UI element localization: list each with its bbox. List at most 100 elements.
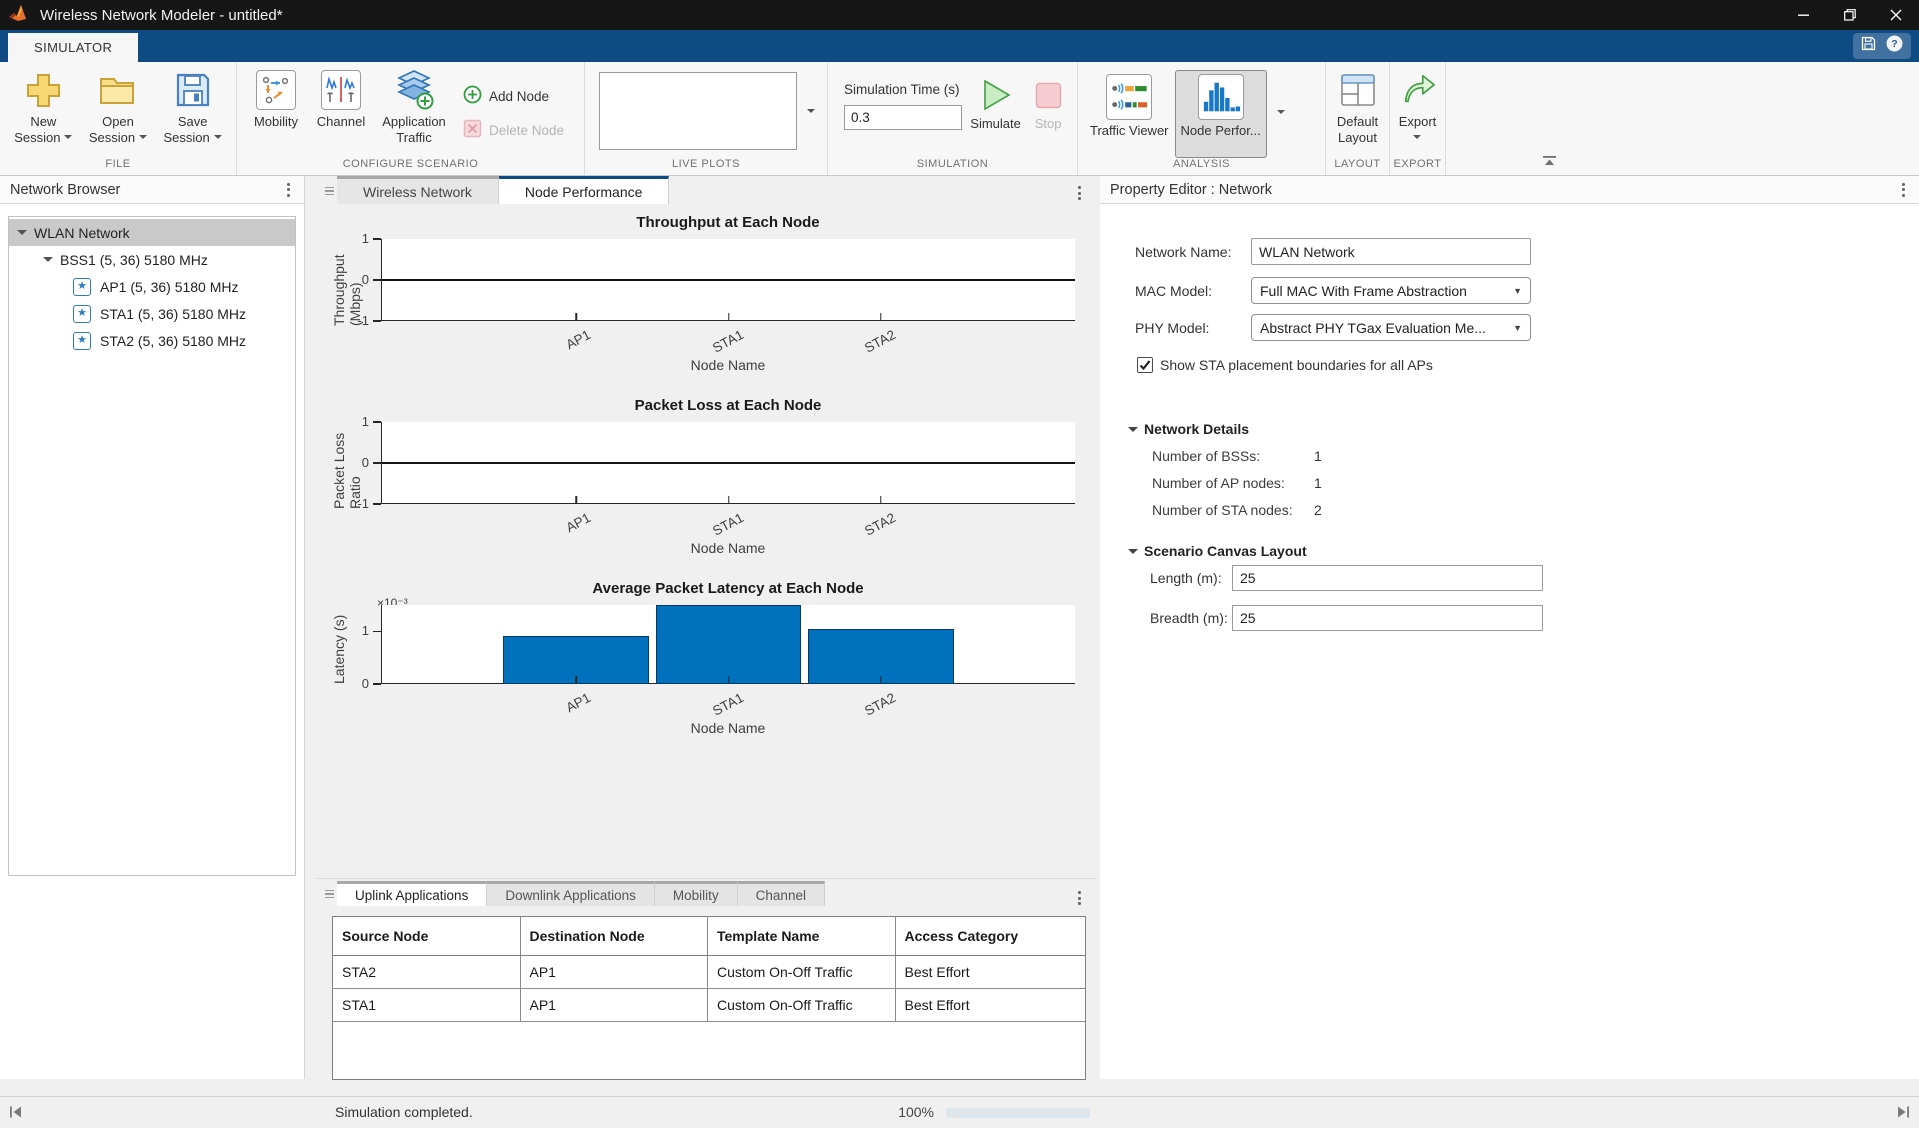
tab-downlink-applications[interactable]: Downlink Applications (487, 881, 655, 906)
chevron-down-icon[interactable] (17, 230, 27, 240)
live-plots-listbox[interactable] (599, 72, 797, 150)
collapse-ribbon-button[interactable] (1542, 154, 1558, 166)
chart-title: Average Packet Latency at Each Node (381, 580, 1075, 597)
tab-drag-handle-icon[interactable] (321, 890, 337, 907)
node-performance-button[interactable]: Node Perfor... (1175, 70, 1267, 158)
collapse-right-panel-icon[interactable] (1895, 1104, 1911, 1123)
ribbon-group-layout: Default Layout LAYOUT (1326, 62, 1390, 175)
section-title: Network Details (1144, 421, 1249, 437)
add-node-button[interactable]: Add Node (463, 85, 564, 107)
table-header-row: Source Node Destination Node Template Na… (333, 917, 1085, 956)
stop-button: Stop (1025, 68, 1071, 158)
length-input[interactable] (1232, 565, 1543, 591)
y-tick (373, 631, 381, 633)
open-session-label: Open Session (89, 114, 135, 145)
zero-baseline (382, 279, 1075, 281)
packet-loss-chart: Packet Loss at Each NodePacket Loss Rati… (319, 397, 1095, 556)
table-row[interactable]: STA1 AP1 Custom On-Off Traffic Best Effo… (333, 989, 1085, 1022)
tab-label: Node Performance (525, 184, 643, 200)
title-bar: Wireless Network Modeler - untitled* (0, 0, 1919, 30)
tab-label: Uplink Applications (355, 888, 468, 903)
application-traffic-label: Application Traffic (382, 114, 446, 145)
tree-item-sta2[interactable]: ★ STA2 (5, 36) 5180 MHz (9, 327, 295, 354)
cell-source-node: STA2 (333, 956, 521, 988)
ribbon-group-file: New Session Open Session (0, 62, 237, 175)
ribbon-group-simulation: Simulation Time (s) Simulate Stop (828, 62, 1078, 175)
plot-area: 10-1AP1STA1STA2 (381, 239, 1075, 321)
network-details-section-header[interactable]: Network Details (1128, 421, 1919, 437)
minimize-button[interactable] (1781, 0, 1827, 30)
detail-label: Number of BSSs: (1152, 448, 1314, 464)
tab-drag-handle-icon[interactable] (321, 187, 337, 205)
tree-item-sta1[interactable]: ★ STA1 (5, 36) 5180 MHz (9, 300, 295, 327)
network-tree: WLAN Network BSS1 (5, 36) 5180 MHz ★ AP1… (8, 216, 296, 876)
table-row[interactable]: STA2 AP1 Custom On-Off Traffic Best Effo… (333, 956, 1085, 989)
export-icon (1399, 68, 1437, 112)
mac-model-dropdown[interactable]: Full MAC With Frame Abstraction ▼ (1251, 277, 1531, 304)
new-session-button[interactable]: New Session (7, 68, 79, 158)
panel-menu-icon[interactable] (283, 179, 294, 201)
cell-destination-node: AP1 (521, 956, 709, 988)
group-label-layout: LAYOUT (1326, 158, 1389, 175)
tab-node-performance[interactable]: Node Performance (499, 176, 670, 204)
x-tick-label: STA2 (862, 327, 898, 356)
channel-button[interactable]: Channel (309, 68, 373, 158)
tab-uplink-applications[interactable]: Uplink Applications (337, 881, 487, 906)
tab-mobility[interactable]: Mobility (655, 881, 738, 906)
live-plots-dropdown-button[interactable] (797, 68, 821, 158)
phy-model-dropdown[interactable]: Abstract PHY TGax Evaluation Me... ▼ (1251, 314, 1531, 341)
x-tick (728, 676, 730, 683)
restore-button[interactable] (1827, 0, 1873, 30)
node-star-icon: ★ (73, 332, 91, 350)
chevron-down-icon (64, 135, 72, 143)
analysis-dropdown-button[interactable] (1267, 70, 1291, 158)
x-tick-label: AP1 (564, 690, 594, 715)
column-header[interactable]: Destination Node (521, 917, 709, 955)
panel-splitter[interactable] (305, 176, 317, 1079)
network-name-input[interactable] (1251, 238, 1531, 265)
quick-save-icon[interactable] (1861, 36, 1876, 56)
new-session-icon (25, 68, 62, 112)
column-header[interactable]: Source Node (333, 917, 521, 955)
open-session-button[interactable]: Open Session (82, 68, 154, 158)
tab-label: Channel (756, 888, 806, 903)
x-tick-label: STA1 (710, 510, 746, 539)
throughput-chart: Throughput at Each NodeThroughput (Mbps)… (319, 214, 1095, 373)
save-session-button[interactable]: Save Session (157, 68, 229, 158)
tree-item-bss1[interactable]: BSS1 (5, 36) 5180 MHz (9, 246, 295, 273)
breadth-input[interactable] (1232, 605, 1543, 631)
tree-item-ap1[interactable]: ★ AP1 (5, 36) 5180 MHz (9, 273, 295, 300)
scenario-canvas-section-header[interactable]: Scenario Canvas Layout (1128, 543, 1919, 559)
column-header[interactable]: Access Category (896, 917, 1086, 955)
panel-menu-icon[interactable] (1898, 179, 1909, 201)
traffic-viewer-button[interactable]: Traffic Viewer (1084, 70, 1175, 158)
tab-wireless-network[interactable]: Wireless Network (337, 176, 499, 204)
section-title: Scenario Canvas Layout (1144, 543, 1307, 559)
tab-simulator[interactable]: SIMULATOR (8, 33, 138, 62)
simulation-time-input[interactable] (844, 105, 962, 130)
chart-title: Packet Loss at Each Node (381, 397, 1075, 414)
mobility-button[interactable]: Mobility (243, 68, 309, 158)
cell-access-category: Best Effort (896, 989, 1086, 1021)
mobility-icon (256, 68, 296, 112)
scenario-config-menu-icon[interactable] (1074, 887, 1085, 909)
applications-table: Source Node Destination Node Template Na… (332, 916, 1086, 1080)
y-tick-label: 0 (362, 675, 369, 693)
tree-item-label: STA1 (5, 36) 5180 MHz (100, 306, 246, 322)
checkbox-checked-icon[interactable] (1137, 357, 1153, 373)
column-header[interactable]: Template Name (708, 917, 896, 955)
tab-channel[interactable]: Channel (738, 881, 825, 906)
traffic-viewer-label: Traffic Viewer (1090, 123, 1169, 138)
network-name-label: Network Name: (1135, 244, 1251, 260)
application-traffic-button[interactable]: Application Traffic (373, 68, 455, 158)
default-layout-button[interactable]: Default Layout (1328, 68, 1388, 158)
simulate-button[interactable]: Simulate (966, 68, 1025, 158)
chevron-down-icon[interactable] (43, 257, 53, 267)
tree-item-wlan-network[interactable]: WLAN Network (9, 219, 295, 246)
close-button[interactable] (1873, 0, 1919, 30)
collapse-left-panel-icon[interactable] (8, 1104, 24, 1123)
chevron-down-icon (1413, 135, 1421, 143)
export-button[interactable]: Export (1396, 68, 1439, 158)
help-icon[interactable]: ? (1886, 35, 1903, 57)
document-menu-icon[interactable] (1074, 182, 1085, 204)
